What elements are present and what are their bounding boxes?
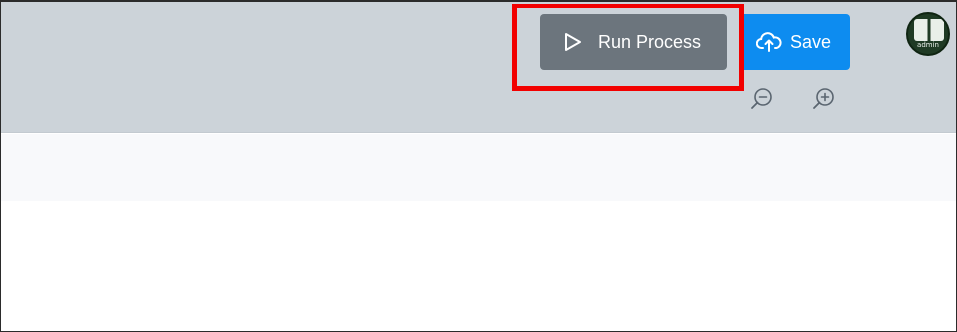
- cloud-upload-icon: [756, 31, 782, 53]
- avatar-label: admin: [917, 41, 939, 49]
- run-process-button[interactable]: Run Process: [540, 14, 727, 70]
- save-button[interactable]: Save: [742, 14, 850, 70]
- zoom-in-icon: [811, 88, 837, 116]
- top-toolbar: Run Process Save admin: [1, 2, 956, 133]
- secondary-bar: [1, 134, 956, 201]
- play-icon: [562, 31, 584, 53]
- app-window: Run Process Save admin: [0, 0, 957, 332]
- avatar-image: [914, 19, 944, 41]
- user-avatar[interactable]: admin: [906, 12, 950, 56]
- main-content-area: [1, 201, 956, 331]
- zoom-out-button[interactable]: [749, 86, 775, 112]
- zoom-in-button[interactable]: [811, 86, 837, 112]
- run-process-label: Run Process: [598, 31, 702, 52]
- save-label: Save: [790, 31, 832, 52]
- zoom-out-icon: [749, 88, 775, 116]
